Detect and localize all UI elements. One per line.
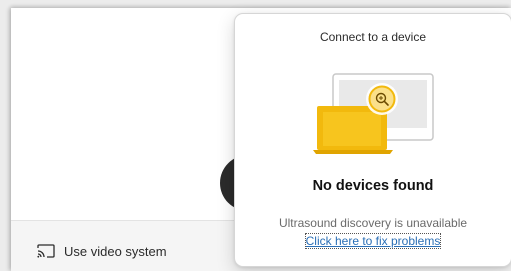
fix-problems-link-container: Click here to fix problems bbox=[235, 233, 511, 249]
ultrasound-discovery-note: Ultrasound discovery is unavailable bbox=[278, 216, 468, 230]
fix-problems-link[interactable]: Click here to fix problems bbox=[304, 233, 442, 249]
screen: Use video system Connect to a device No … bbox=[0, 0, 511, 271]
use-video-system-button[interactable]: Use video system bbox=[37, 239, 167, 263]
no-devices-heading: No devices found bbox=[312, 178, 434, 194]
use-video-system-label: Use video system bbox=[64, 243, 167, 259]
laptop-monitor-search-icon bbox=[313, 72, 435, 164]
connect-device-flyout: Connect to a device No devices found Ult… bbox=[234, 13, 511, 267]
cast-icon bbox=[37, 244, 55, 258]
flyout-title: Connect to a device bbox=[319, 30, 427, 44]
